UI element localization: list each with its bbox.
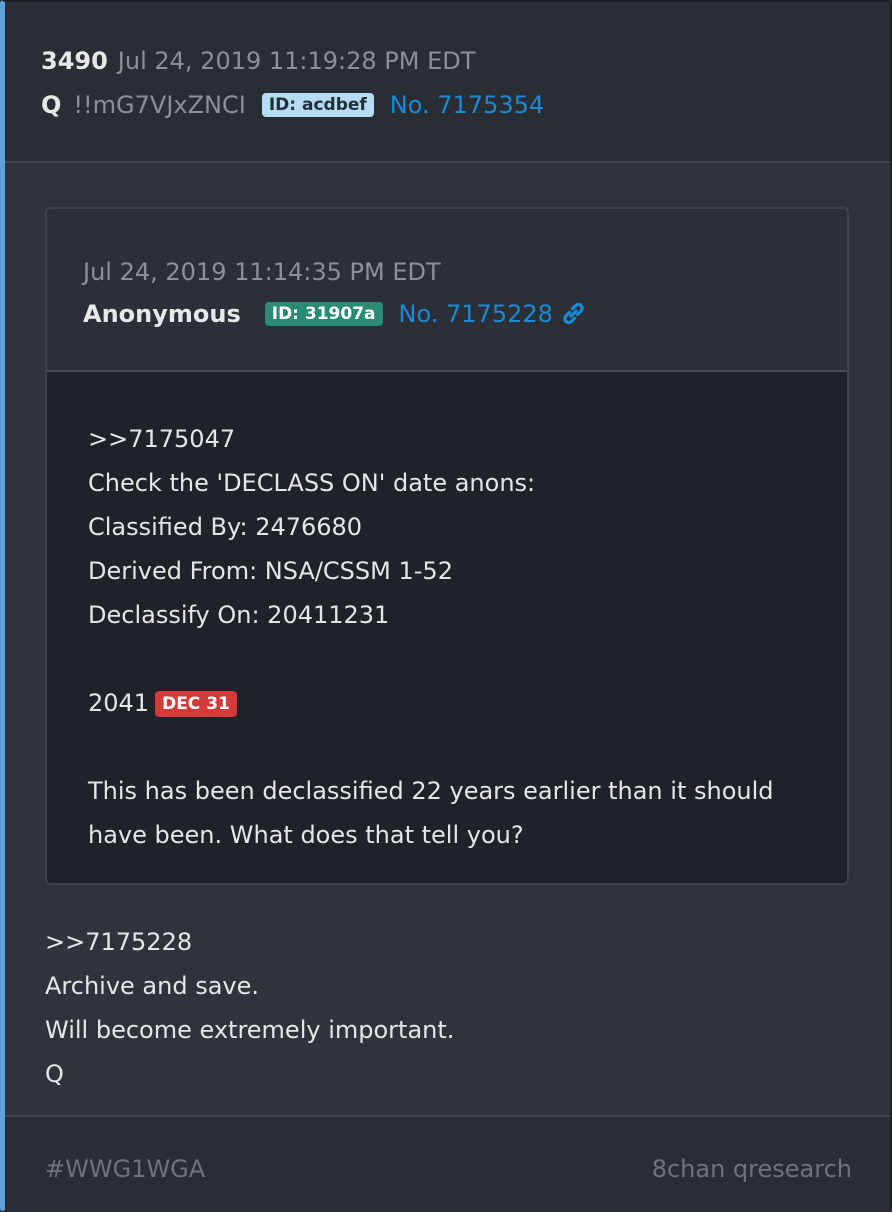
date-badge: DEC 31 — [155, 691, 237, 717]
reply-line: Will become extremely important. — [45, 1016, 455, 1044]
poster-id-badge: ID: acdbef — [261, 93, 374, 117]
hashtag: #WWG1WGA — [45, 1155, 206, 1183]
quoted-line[interactable]: >>7175047 — [88, 417, 808, 461]
closing-text: This has been declassified 22 years earl… — [88, 777, 774, 849]
quoted-author-name: Anonymous — [83, 300, 241, 328]
post-header: 3490 Jul 24, 2019 11:19:28 PM EDT Q !!mG7… — [5, 2, 890, 163]
year-text: 2041 — [88, 689, 150, 717]
reply-body: >>7175228 Archive and save. Will become … — [45, 920, 454, 1096]
post-date: Jul 24, 2019 11:19:28 PM EDT — [117, 47, 476, 75]
post-card: 3490 Jul 24, 2019 11:19:28 PM EDT Q !!mG7… — [0, 0, 892, 1212]
post-number: 3490 — [41, 47, 108, 75]
author-name: Q — [41, 91, 62, 119]
tripcode: !!mG7VJxZNCI — [73, 91, 246, 119]
quoted-line: Derived From: NSA/CSSM 1-52 — [88, 557, 453, 585]
post-meta-row: 3490 Jul 24, 2019 11:19:28 PM EDT — [41, 47, 475, 75]
post-number-link[interactable]: No. 7175354 — [390, 91, 544, 119]
quoted-post: Jul 24, 2019 11:14:35 PM EDT Anonymous I… — [45, 207, 849, 885]
reply-line[interactable]: >>7175228 — [45, 920, 454, 964]
quoted-line: Classified By: 2476680 — [88, 513, 363, 541]
source-label: 8chan qresearch — [651, 1155, 852, 1183]
quoted-post-header: Jul 24, 2019 11:14:35 PM EDT Anonymous I… — [47, 209, 847, 372]
quoted-post-date: Jul 24, 2019 11:14:35 PM EDT — [83, 258, 441, 286]
reply-line: Q — [45, 1060, 64, 1088]
quoted-line: Check the 'DECLASS ON' date anons: — [88, 469, 536, 497]
reply-line: Archive and save. — [45, 972, 260, 1000]
post-author-row: Q !!mG7VJxZNCI ID: acdbef No. 7175354 — [41, 91, 544, 119]
link-icon[interactable] — [559, 301, 587, 327]
quoted-post-number-link[interactable]: No. 7175228 — [399, 300, 553, 328]
quoted-line: Declassify On: 20411231 — [88, 601, 390, 629]
year-line: 2041 DEC 31 — [88, 681, 808, 725]
quoted-post-body: >>7175047 Check the 'DECLASS ON' date an… — [88, 417, 808, 857]
post-footer: #WWG1WGA 8chan qresearch — [5, 1115, 890, 1212]
quoted-author-row: Anonymous ID: 31907a No. 7175228 — [83, 300, 587, 328]
quoted-id-badge: ID: 31907a — [264, 302, 383, 326]
